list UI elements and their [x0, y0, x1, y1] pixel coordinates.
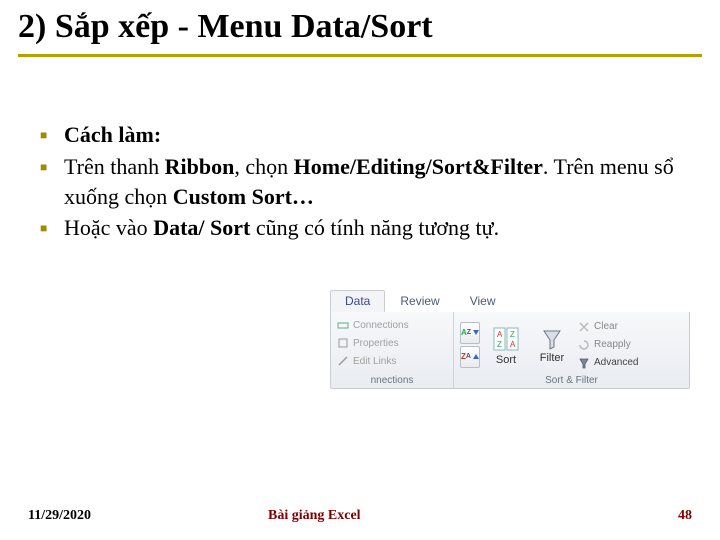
slide-title: 2) Sắp xếp - Menu Data/Sort — [18, 8, 702, 46]
group-label: nnections — [337, 373, 447, 386]
filter-button[interactable]: Filter — [532, 316, 572, 373]
footer-date: 11/29/2020 — [28, 508, 228, 524]
svg-text:Z: Z — [510, 330, 515, 339]
sort-icon: A Z Z A — [492, 326, 520, 352]
footer-title: Bài giảng Excel — [228, 508, 642, 524]
bullet-text: Cách làm: — [64, 120, 700, 150]
bullet-row: ■ Trên thanh Ribbon, chọn Home/Editing/S… — [40, 152, 700, 211]
advanced-icon — [578, 357, 590, 369]
tab-review[interactable]: Review — [385, 290, 454, 312]
reapply-icon — [578, 339, 590, 351]
filter-options: Clear Reapply Advanced — [578, 316, 638, 373]
bullet-row: ■ Cách làm: — [40, 120, 700, 150]
sort-button[interactable]: A Z Z A Sort — [486, 316, 526, 373]
svg-text:A: A — [497, 330, 503, 339]
edit-links-icon — [337, 355, 349, 367]
tab-data[interactable]: Data — [330, 290, 385, 312]
group-sort-filter: AZ ZA A Z Z — [454, 312, 689, 388]
properties-item[interactable]: Properties — [337, 334, 447, 352]
sort-desc-button[interactable]: ZA — [460, 346, 480, 368]
footer-page: 48 — [642, 508, 692, 524]
svg-text:Z: Z — [497, 340, 502, 349]
link-icon — [337, 319, 349, 331]
clear-button[interactable]: Clear — [578, 319, 638, 335]
sort-asc-button[interactable]: AZ — [460, 322, 480, 344]
bullet-text: Hoặc vào Data/ Sort cũng có tính năng tư… — [64, 213, 700, 243]
group-label: Sort & Filter — [460, 373, 683, 386]
edit-links-item[interactable]: Edit Links — [337, 352, 447, 370]
title-wrap: 2) Sắp xếp - Menu Data/Sort — [18, 8, 702, 57]
properties-icon — [337, 337, 349, 349]
filter-icon — [542, 328, 562, 350]
bullet-text: Trên thanh Ribbon, chọn Home/Editing/Sor… — [64, 152, 700, 211]
tab-view[interactable]: View — [455, 290, 511, 312]
advanced-button[interactable]: Advanced — [578, 355, 638, 371]
group-connections: Connections Properties Edit Links — [331, 312, 454, 388]
bullet-icon: ■ — [40, 213, 64, 243]
bullet-row: ■ Hoặc vào Data/ Sort cũng có tính năng … — [40, 213, 700, 243]
ribbon-body: Connections Properties Edit Links — [330, 312, 690, 389]
svg-text:A: A — [510, 340, 516, 349]
reapply-button[interactable]: Reapply — [578, 337, 638, 353]
quick-sort: AZ ZA — [460, 316, 480, 373]
clear-icon — [578, 321, 590, 333]
excel-ribbon: Data Review View Connections — [330, 290, 690, 389]
connections-item[interactable]: Connections — [337, 316, 447, 334]
slide: 2) Sắp xếp - Menu Data/Sort ■ Cách làm: … — [0, 0, 720, 540]
bullet-icon: ■ — [40, 152, 64, 182]
bullet-icon: ■ — [40, 120, 64, 150]
slide-body: ■ Cách làm: ■ Trên thanh Ribbon, chọn Ho… — [40, 120, 700, 245]
footer: 11/29/2020 Bài giảng Excel 48 — [28, 508, 692, 524]
ribbon-tabs: Data Review View — [330, 290, 690, 312]
